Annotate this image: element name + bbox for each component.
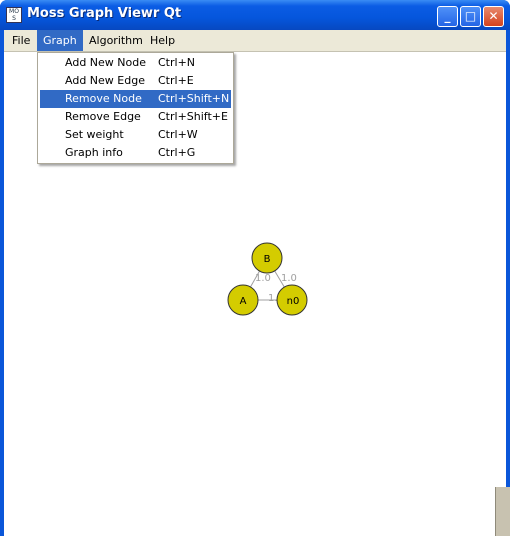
node-label-b: B [264, 254, 271, 265]
app-icon: MO S [6, 7, 22, 23]
menu-item-label: Remove Node [65, 92, 142, 105]
menu-item-add-new-edge[interactable]: Add New Edge Ctrl+E [40, 72, 231, 90]
menu-item-label: Set weight [65, 128, 124, 141]
menu-item-label: Add New Node [65, 56, 146, 69]
menu-item-shortcut: Ctrl+E [158, 74, 194, 87]
menu-item-remove-edge[interactable]: Remove Edge Ctrl+Shift+E [40, 108, 231, 126]
menu-item-remove-node[interactable]: Remove Node Ctrl+Shift+N [40, 90, 231, 108]
menu-item-shortcut: Ctrl+Shift+E [158, 110, 228, 123]
close-button[interactable]: ✕ [483, 6, 504, 27]
maximize-button[interactable]: □ [460, 6, 481, 27]
menu-item-label: Add New Edge [65, 74, 145, 87]
node-label-n0: n0 [287, 296, 300, 307]
edge-weight-b-a: 1.0 [255, 273, 271, 284]
menu-item-label: Remove Edge [65, 110, 141, 123]
menu-item-shortcut: Ctrl+G [158, 146, 196, 159]
minimize-button[interactable]: _ [437, 6, 458, 27]
graph-dropdown-menu: Add New Node Ctrl+N Add New Edge Ctrl+E … [37, 52, 234, 164]
menu-algorithm[interactable]: Algorithm [83, 30, 149, 51]
menu-bar: File Graph Algorithm Help [4, 30, 506, 52]
window-title: Moss Graph Viewr Qt [27, 6, 182, 21]
main-window: MO S Moss Graph Viewr Qt _ □ ✕ File Grap… [0, 0, 510, 536]
menu-item-label: Graph info [65, 146, 123, 159]
desktop-widget-icon[interactable] [495, 487, 510, 536]
menu-item-shortcut: Ctrl+Shift+N [158, 92, 230, 105]
menu-item-shortcut: Ctrl+N [158, 56, 196, 69]
node-label-a: A [240, 296, 247, 307]
menu-item-set-weight[interactable]: Set weight Ctrl+W [40, 126, 231, 144]
menu-item-graph-info[interactable]: Graph info Ctrl+G [40, 144, 231, 162]
menu-item-shortcut: Ctrl+W [158, 128, 198, 141]
edge-weight-a-n0: 1. [268, 293, 278, 304]
menu-help[interactable]: Help [144, 30, 181, 51]
menu-file[interactable]: File [6, 30, 36, 51]
edge-weight-b-n0: 1.0 [281, 273, 297, 284]
menu-item-add-new-node[interactable]: Add New Node Ctrl+N [40, 54, 231, 72]
menu-graph[interactable]: Graph [37, 30, 83, 51]
title-bar[interactable]: MO S Moss Graph Viewr Qt _ □ ✕ [0, 0, 510, 30]
